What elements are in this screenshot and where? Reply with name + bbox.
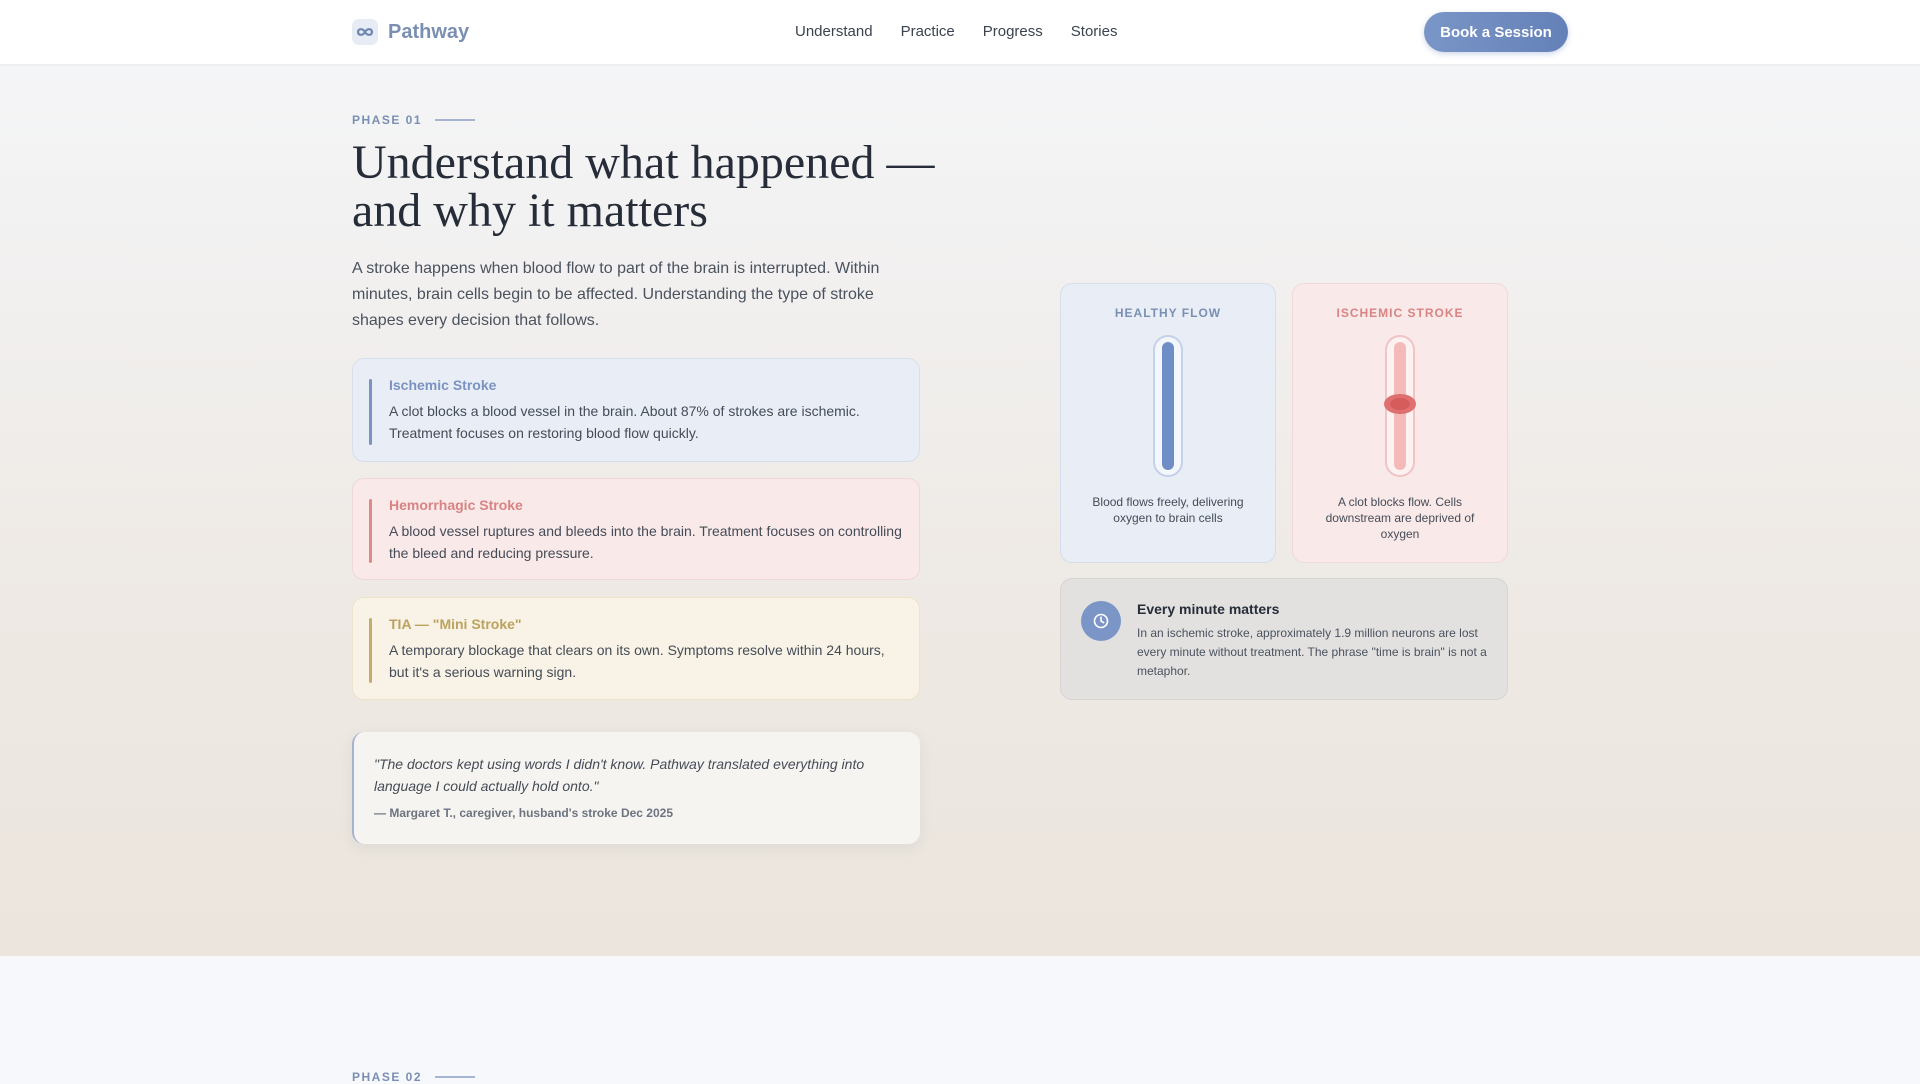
phase-label-rule: [435, 1076, 476, 1078]
tia-card: TIA — "Mini Stroke" A temporary blockage…: [352, 597, 920, 700]
hemorrhagic-stroke-card: Hemorrhagic Stroke A blood vessel ruptur…: [352, 478, 920, 580]
phase-01-section: PHASE 01 Understand what happened — and …: [0, 64, 1920, 956]
testimonial-attribution: — Margaret T., caregiver, husband's stro…: [374, 806, 673, 820]
page-title: Understand what happened — and why it ma…: [352, 136, 935, 237]
healthy-vessel-illustration: [1153, 335, 1183, 477]
card-accent-bar: [369, 379, 372, 445]
card-description: A temporary blockage that clears on its …: [389, 642, 885, 680]
nav-link-understand[interactable]: Understand: [795, 23, 873, 40]
every-minute-matters-callout: Every minute matters In an ischemic stro…: [1060, 578, 1508, 700]
nav-link-stories[interactable]: Stories: [1071, 23, 1118, 40]
clock-icon: [1081, 601, 1121, 641]
healthy-flow-card: HEALTHY FLOW Blood flows freely, deliver…: [1060, 283, 1276, 563]
phase-label: PHASE 01: [352, 113, 476, 127]
phase-label-text: PHASE 02: [352, 1070, 423, 1084]
main-nav: Understand Practice Progress Stories: [795, 23, 1145, 40]
brand-logo-link[interactable]: Pathway: [352, 19, 469, 45]
phase-02-section: PHASE 02: [0, 956, 1920, 1084]
card-title: Ischemic Stroke: [389, 377, 497, 393]
ischemic-stroke-card: Ischemic Stroke A clot blocks a blood ve…: [352, 358, 920, 462]
ischemic-stroke-illustration-card: ISCHEMIC STROKE A clot blocks flow. Cell…: [1292, 283, 1508, 563]
brand-name: Pathway: [388, 20, 470, 43]
ischemic-stroke-caption: A clot blocks flow. Cells downstream are…: [1325, 495, 1475, 541]
top-navigation-bar: Pathway Understand Practice Progress Sto…: [0, 0, 1920, 64]
healthy-flow-title: HEALTHY FLOW: [1114, 306, 1222, 320]
blocked-vessel-illustration: [1384, 335, 1416, 477]
ischemic-stroke-title: ISCHEMIC STROKE: [1336, 306, 1464, 320]
card-title: Hemorrhagic Stroke: [389, 497, 523, 513]
card-description: A blood vessel ruptures and bleeds into …: [389, 523, 902, 561]
callout-body: In an ischemic stroke, approximately 1.9…: [1137, 626, 1487, 678]
intro-paragraph: A stroke happens when blood flow to part…: [352, 260, 880, 329]
nav-link-progress[interactable]: Progress: [983, 23, 1043, 40]
phase-label: PHASE 02: [352, 1070, 476, 1084]
nav-link-practice[interactable]: Practice: [901, 23, 955, 40]
book-session-button[interactable]: Book a Session: [1424, 12, 1568, 52]
callout-title: Every minute matters: [1137, 601, 1280, 617]
testimonial-text: "The doctors kept using words I didn't k…: [374, 756, 865, 794]
card-accent-bar: [369, 618, 372, 683]
phase-label-text: PHASE 01: [352, 113, 423, 127]
phase-label-rule: [435, 119, 476, 121]
testimonial-quote: "The doctors kept using words I didn't k…: [352, 732, 920, 844]
infinity-logo-icon: [352, 19, 378, 45]
card-accent-bar: [369, 499, 372, 563]
card-title: TIA — "Mini Stroke": [389, 616, 522, 632]
card-description: A clot blocks a blood vessel in the brai…: [389, 403, 860, 441]
healthy-flow-caption: Blood flows freely, delivering oxygen to…: [1092, 495, 1244, 525]
